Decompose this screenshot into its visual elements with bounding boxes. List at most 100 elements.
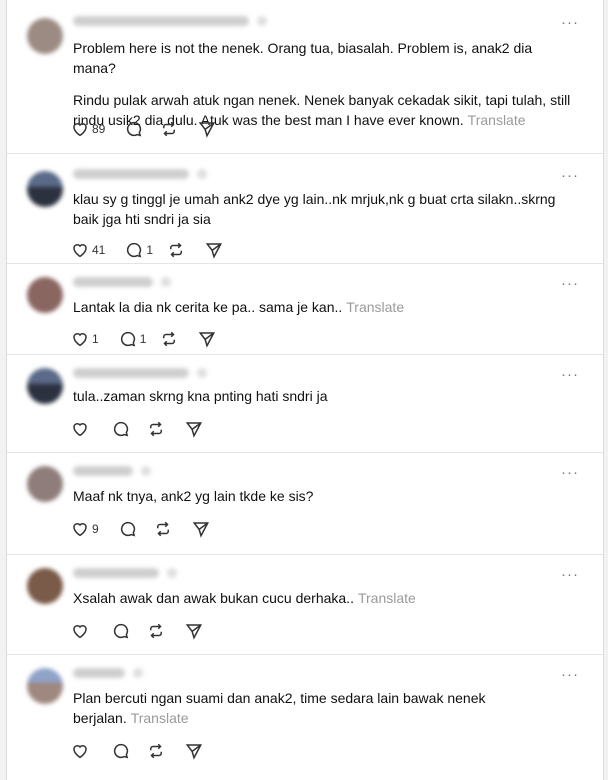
share-button[interactable] [205, 241, 223, 259]
like-button[interactable] [71, 742, 92, 760]
reply-post: ··· Lantak la dia nk cerita ke pa.. sama… [7, 263, 603, 355]
avatar[interactable] [27, 277, 63, 313]
repost-icon [150, 743, 162, 759]
more-options-button[interactable]: ··· [561, 15, 579, 30]
more-options-button[interactable]: ··· [561, 367, 579, 382]
reply-button[interactable] [125, 120, 146, 138]
send-icon [199, 122, 216, 138]
translate-link[interactable]: Translate [468, 112, 526, 128]
username-blurred[interactable] [73, 568, 177, 578]
avatar[interactable] [27, 368, 63, 404]
heart-icon [73, 423, 87, 437]
username-blurred[interactable] [73, 169, 207, 179]
reply-post: ··· Xsalah awak dan awak bukan cucu derh… [7, 554, 603, 655]
repost-icon [150, 421, 162, 437]
comment-icon [120, 521, 135, 537]
reply-post: ··· klau sy g tinggl je umah ank2 dye yg… [7, 153, 603, 264]
reply-button[interactable] [119, 520, 140, 538]
reply-button[interactable] [112, 622, 133, 640]
post-paragraph: Xsalah awak dan awak bukan cucu derhaka.… [73, 590, 416, 606]
comment-icon [120, 331, 135, 347]
heart-icon [73, 523, 87, 537]
reply-button[interactable]: 1 [119, 330, 146, 348]
heart-icon [73, 244, 87, 258]
repost-icon [163, 121, 176, 137]
reply-post: ··· tula..zaman skrng kna pnting hati sn… [7, 354, 603, 453]
send-icon [199, 332, 216, 348]
comment-icon [127, 242, 142, 258]
username-blurred[interactable] [73, 16, 267, 26]
post-paragraph: Problem here is not the nenek. Orang tua… [73, 40, 533, 76]
post-paragraph: klau sy g tinggl je umah ank2 dye yg lai… [73, 191, 556, 227]
post-paragraph: Lantak la dia nk cerita ke pa.. sama je … [73, 299, 405, 315]
avatar[interactable] [27, 466, 63, 502]
heart-icon [73, 745, 87, 759]
repost-icon [150, 623, 162, 639]
username-blurred[interactable] [73, 668, 143, 678]
comment-icon [113, 421, 129, 437]
avatar[interactable] [27, 568, 63, 604]
more-options-button[interactable]: ··· [561, 168, 579, 183]
repost-icon [156, 521, 169, 537]
like-button[interactable]: 9 [71, 520, 99, 538]
heart-icon [73, 333, 87, 347]
post-actions [71, 620, 217, 642]
post-text: Maaf nk tnya, ank2 yg lain tkde ke sis? [73, 486, 573, 518]
send-icon [205, 243, 223, 259]
more-options-button[interactable]: ··· [561, 667, 579, 682]
more-options-button[interactable]: ··· [561, 276, 579, 291]
username-blurred[interactable] [73, 466, 151, 476]
thread-feed: ··· Problem here is not the nenek. Orang… [6, 0, 604, 780]
reply-button[interactable] [112, 420, 133, 438]
like-count: 89 [92, 122, 106, 136]
more-options-button[interactable]: ··· [561, 465, 579, 480]
share-button[interactable] [198, 120, 216, 138]
reply-button[interactable]: 1 [125, 241, 153, 259]
translate-link[interactable]: Translate [346, 299, 404, 315]
post-actions [71, 740, 217, 762]
post-actions [71, 418, 217, 440]
username-blurred[interactable] [73, 368, 207, 378]
translate-link[interactable]: Translate [358, 590, 416, 606]
repost-button[interactable] [167, 241, 185, 259]
like-button[interactable] [71, 420, 92, 438]
heart-icon [73, 625, 87, 639]
post-text: Lantak la dia nk cerita ke pa.. sama je … [73, 297, 573, 329]
post-paragraph: tula..zaman skrng kna pnting hati sndri … [73, 388, 328, 404]
like-button[interactable]: 41 [71, 241, 105, 259]
post-paragraph: Plan bercuti ngan suami dan anak2, time … [73, 690, 486, 726]
comment-icon [113, 743, 129, 759]
translate-link[interactable]: Translate [131, 710, 189, 726]
reply-post: ··· Maaf nk tnya, ank2 yg lain tkde ke s… [7, 452, 603, 555]
repost-button[interactable] [160, 120, 178, 138]
reply-post: ··· Plan bercuti ngan suami dan anak2, t… [7, 654, 603, 780]
share-button[interactable] [185, 420, 203, 438]
send-icon [185, 744, 202, 760]
repost-button[interactable] [154, 520, 172, 538]
share-button[interactable] [185, 622, 203, 640]
like-button[interactable] [71, 622, 92, 640]
username-blurred[interactable] [73, 277, 171, 287]
send-icon [185, 422, 202, 438]
heart-icon [73, 123, 87, 137]
avatar[interactable] [27, 171, 63, 207]
reply-count: 1 [146, 243, 154, 257]
post-text: klau sy g tinggl je umah ank2 dye yg lai… [73, 189, 573, 241]
repost-button[interactable] [160, 330, 178, 348]
share-button[interactable] [192, 520, 210, 538]
post-text: Plan bercuti ngan suami dan anak2, time … [73, 688, 493, 740]
like-button[interactable]: 89 [71, 120, 105, 138]
share-button[interactable] [185, 742, 203, 760]
post-actions: 9 [71, 518, 224, 540]
reply-button[interactable] [112, 742, 133, 760]
post-actions: 41 1 [71, 239, 237, 261]
share-button[interactable] [198, 330, 216, 348]
repost-button[interactable] [147, 622, 165, 640]
repost-button[interactable] [147, 742, 165, 760]
more-options-button[interactable]: ··· [561, 567, 579, 582]
avatar[interactable] [27, 668, 63, 704]
like-button[interactable]: 1 [71, 330, 99, 348]
repost-button[interactable] [147, 420, 165, 438]
avatar[interactable] [27, 18, 63, 54]
repost-icon [170, 242, 183, 258]
